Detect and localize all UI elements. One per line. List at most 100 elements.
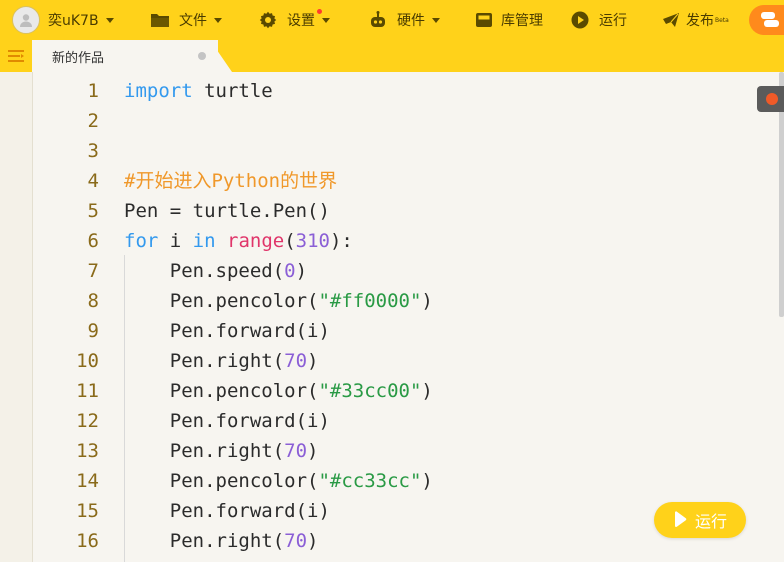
profile-shortcut-button[interactable]: [749, 5, 784, 35]
menu-icon: [8, 50, 24, 62]
library-icon: [476, 13, 492, 27]
code-line[interactable]: Pen.speed(0): [124, 256, 307, 286]
code-line[interactable]: Pen.right(70): [124, 526, 319, 556]
code-line[interactable]: #开始进入Python的世界: [124, 166, 337, 196]
chat-icon: [761, 12, 779, 27]
code-token: turtle: [192, 80, 273, 102]
line-number: 16: [76, 530, 99, 552]
hardware-label: 硬件: [397, 13, 425, 29]
username: 奕uK7B: [48, 13, 99, 29]
code-token: Pen.pencolor(: [124, 380, 319, 402]
tab-edge: [210, 40, 232, 72]
code-token: "#33cc00": [318, 380, 422, 402]
beta-badge: Beta: [715, 16, 729, 24]
code-token: ): [421, 470, 433, 492]
code-token: #开始进入Python的世界: [124, 170, 338, 192]
code-line[interactable]: Pen.right(70): [124, 346, 319, 376]
settings-menu[interactable]: 设置: [259, 0, 330, 40]
library-label: 库管理: [501, 13, 543, 29]
settings-label: 设置: [287, 13, 315, 29]
code-line[interactable]: Pen.pencolor("#33cc00"): [124, 376, 433, 406]
code-token: 70: [284, 530, 308, 552]
code-token: Pen.speed(: [124, 260, 285, 282]
file-menu[interactable]: 文件: [150, 0, 222, 40]
line-number: 1: [87, 80, 99, 102]
gear-icon: [259, 11, 277, 29]
code-token: i: [158, 230, 193, 252]
code-token: for: [124, 230, 159, 252]
line-number: 4: [87, 170, 99, 192]
code-token: ): [295, 260, 308, 282]
code-line[interactable]: Pen = turtle.Pen(): [124, 196, 330, 226]
code-token: 70: [284, 440, 308, 462]
user-menu[interactable]: 奕uK7B: [12, 0, 114, 40]
code-token: Pen.forward(i): [124, 410, 330, 432]
code-token: ): [307, 440, 319, 462]
code-token: import: [124, 80, 193, 102]
code-line[interactable]: Pen.forward(i): [124, 316, 330, 346]
chevron-down-icon: [322, 17, 330, 23]
code-token: Pen.right(: [124, 530, 285, 552]
folder-icon: [151, 14, 169, 27]
run-menu-label: 运行: [599, 13, 627, 29]
code-editor[interactable]: import turtle #开始进入Python的世界 Pen = turtle.…: [124, 72, 784, 562]
line-number: 7: [87, 260, 99, 282]
code-token: ): [307, 350, 319, 372]
tab-title: 新的作品: [52, 51, 105, 66]
code-token: Pen.pencolor(: [124, 470, 319, 492]
line-number: 15: [76, 500, 99, 522]
hardware-icon: [371, 11, 385, 27]
line-number: 9: [87, 320, 99, 342]
notification-dot: [317, 9, 322, 14]
code-token: Pen.forward(i): [124, 320, 330, 342]
line-number: 2: [87, 110, 99, 132]
code-token: "#cc33cc": [318, 470, 422, 492]
line-number: 14: [76, 470, 99, 492]
hardware-menu[interactable]: 硬件: [368, 0, 440, 40]
chevron-down-icon: [105, 17, 114, 23]
publish-label: 发布: [686, 13, 714, 29]
line-number: 3: [87, 140, 99, 162]
code-token: 70: [284, 350, 308, 372]
file-label: 文件: [179, 13, 207, 29]
run-button-label: 运行: [694, 512, 727, 531]
library-button[interactable]: 库管理: [475, 0, 543, 40]
code-token: (: [284, 230, 296, 252]
line-number: 11: [76, 380, 99, 402]
code-line[interactable]: for i in range(310):: [124, 226, 353, 256]
line-number: 6: [87, 230, 99, 252]
run-menu-button[interactable]: 运行: [571, 0, 627, 40]
editor-side-strip: [0, 72, 33, 562]
chevron-down-icon: [432, 17, 440, 23]
line-number-gutter: 1 2 3 4 5 6 7 8 9 10 11 12 13 14 15 16: [33, 72, 123, 562]
code-token: ): [307, 530, 319, 552]
code-line[interactable]: Pen.right(70): [124, 436, 319, 466]
code-line[interactable]: Pen.pencolor("#cc33cc"): [124, 466, 433, 496]
code-token: ): [421, 380, 433, 402]
code-token: ): [421, 290, 433, 312]
code-line[interactable]: import turtle: [124, 76, 273, 106]
floating-tool-widget[interactable]: [757, 86, 784, 112]
code-token: in: [192, 230, 216, 252]
line-number: 8: [87, 290, 99, 312]
run-button[interactable]: 运行: [654, 502, 746, 538]
code-line[interactable]: Pen.forward(i): [124, 496, 330, 526]
avatar-icon: [12, 6, 40, 34]
code-token: Pen.forward(i): [124, 500, 330, 522]
line-number: 10: [76, 350, 99, 372]
code-token: 0: [284, 260, 296, 282]
code-line[interactable]: Pen.pencolor("#ff0000"): [124, 286, 433, 316]
play-icon: [571, 11, 589, 29]
code-token: 310: [295, 230, 330, 252]
line-number: 5: [87, 200, 99, 222]
chevron-down-icon: [214, 17, 222, 23]
publish-button[interactable]: 发布 Beta: [662, 0, 729, 40]
sidebar-toggle-button[interactable]: [0, 40, 32, 72]
play-icon: [674, 511, 687, 528]
code-line[interactable]: Pen.forward(i): [124, 406, 330, 436]
code-token: ):: [329, 230, 353, 252]
code-token: Pen.pencolor(: [124, 290, 319, 312]
code-token: "#ff0000": [318, 290, 422, 312]
code-token: range: [227, 230, 285, 252]
